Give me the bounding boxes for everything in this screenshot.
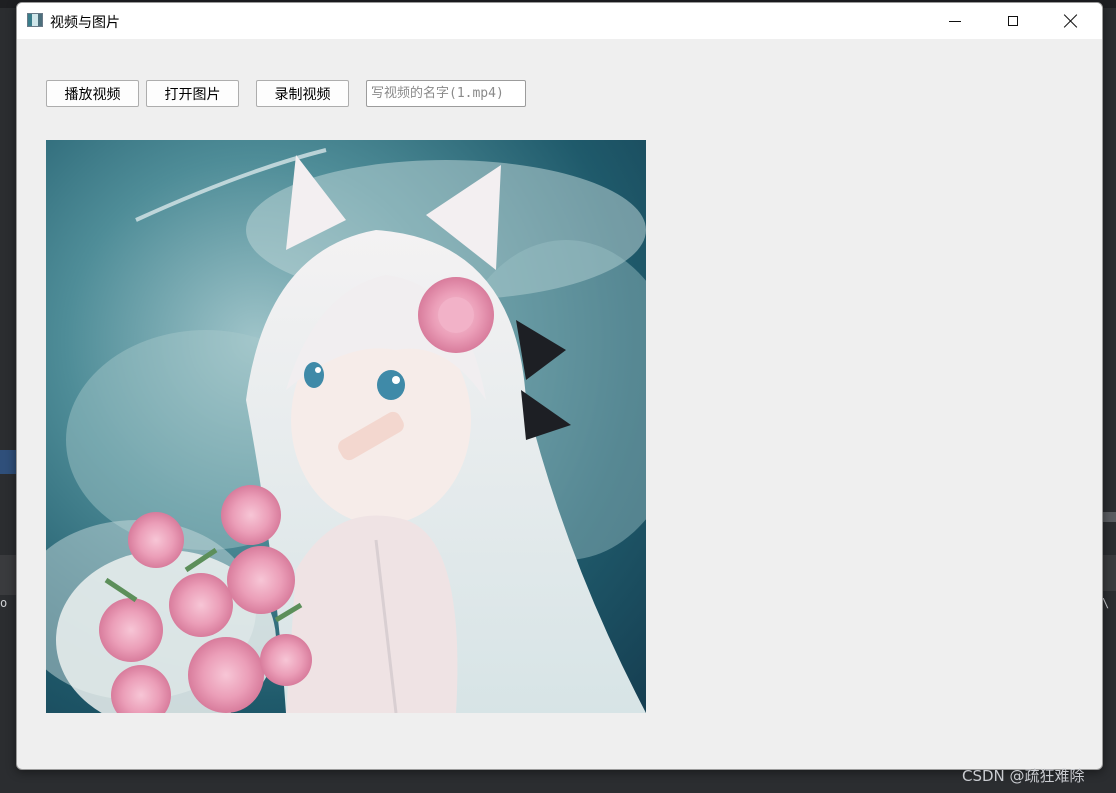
app-icon [27,13,43,27]
background-editor-selection [0,450,16,474]
close-icon [1064,14,1078,28]
background-editor-panel-right [1101,555,1116,591]
open-image-button[interactable]: 打开图片 [146,80,239,107]
image-display-label [46,140,646,713]
background-text-left: o [0,596,8,610]
background-scrollbar-fragment [1101,512,1116,522]
title-bar[interactable]: 视频与图片 [17,3,1102,39]
maximize-button[interactable] [984,3,1042,39]
minimize-button[interactable] [926,3,984,39]
maximize-icon [1008,16,1018,26]
close-button[interactable] [1042,3,1100,39]
background-text-right: \ [1102,596,1110,610]
video-name-input[interactable] [366,80,526,107]
watermark-text: CSDN @疏狂难除 [962,767,1085,785]
play-video-button[interactable]: 播放视频 [46,80,139,107]
window-title: 视频与图片 [50,15,120,31]
background-editor-panel-left [0,555,16,595]
minimize-icon [949,20,961,22]
app-window: 视频与图片 播放视频 打开图片 录制视频 [16,2,1103,770]
record-video-button[interactable]: 录制视频 [256,80,349,107]
anime-illustration-image [46,140,646,713]
